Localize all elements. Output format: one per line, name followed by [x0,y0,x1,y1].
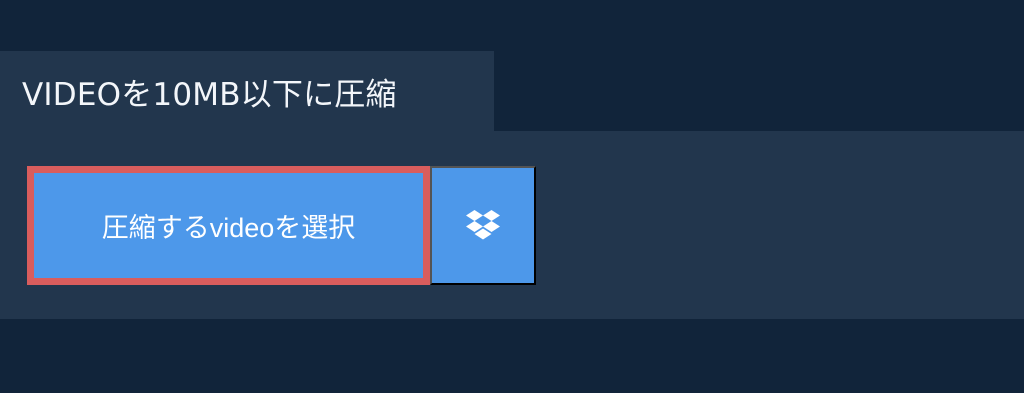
dropbox-button[interactable] [430,166,536,285]
compress-video-page: VIDEOを10MB以下に圧縮 圧縮するvideoを選択 [0,0,1024,393]
select-video-button[interactable]: 圧縮するvideoを選択 [27,166,430,285]
page-title: VIDEOを10MB以下に圧縮 [22,76,397,113]
dropbox-icon [466,209,500,242]
page-title-tab: VIDEOを10MB以下に圧縮 [0,51,494,131]
select-video-label: 圧縮するvideoを選択 [101,213,356,243]
